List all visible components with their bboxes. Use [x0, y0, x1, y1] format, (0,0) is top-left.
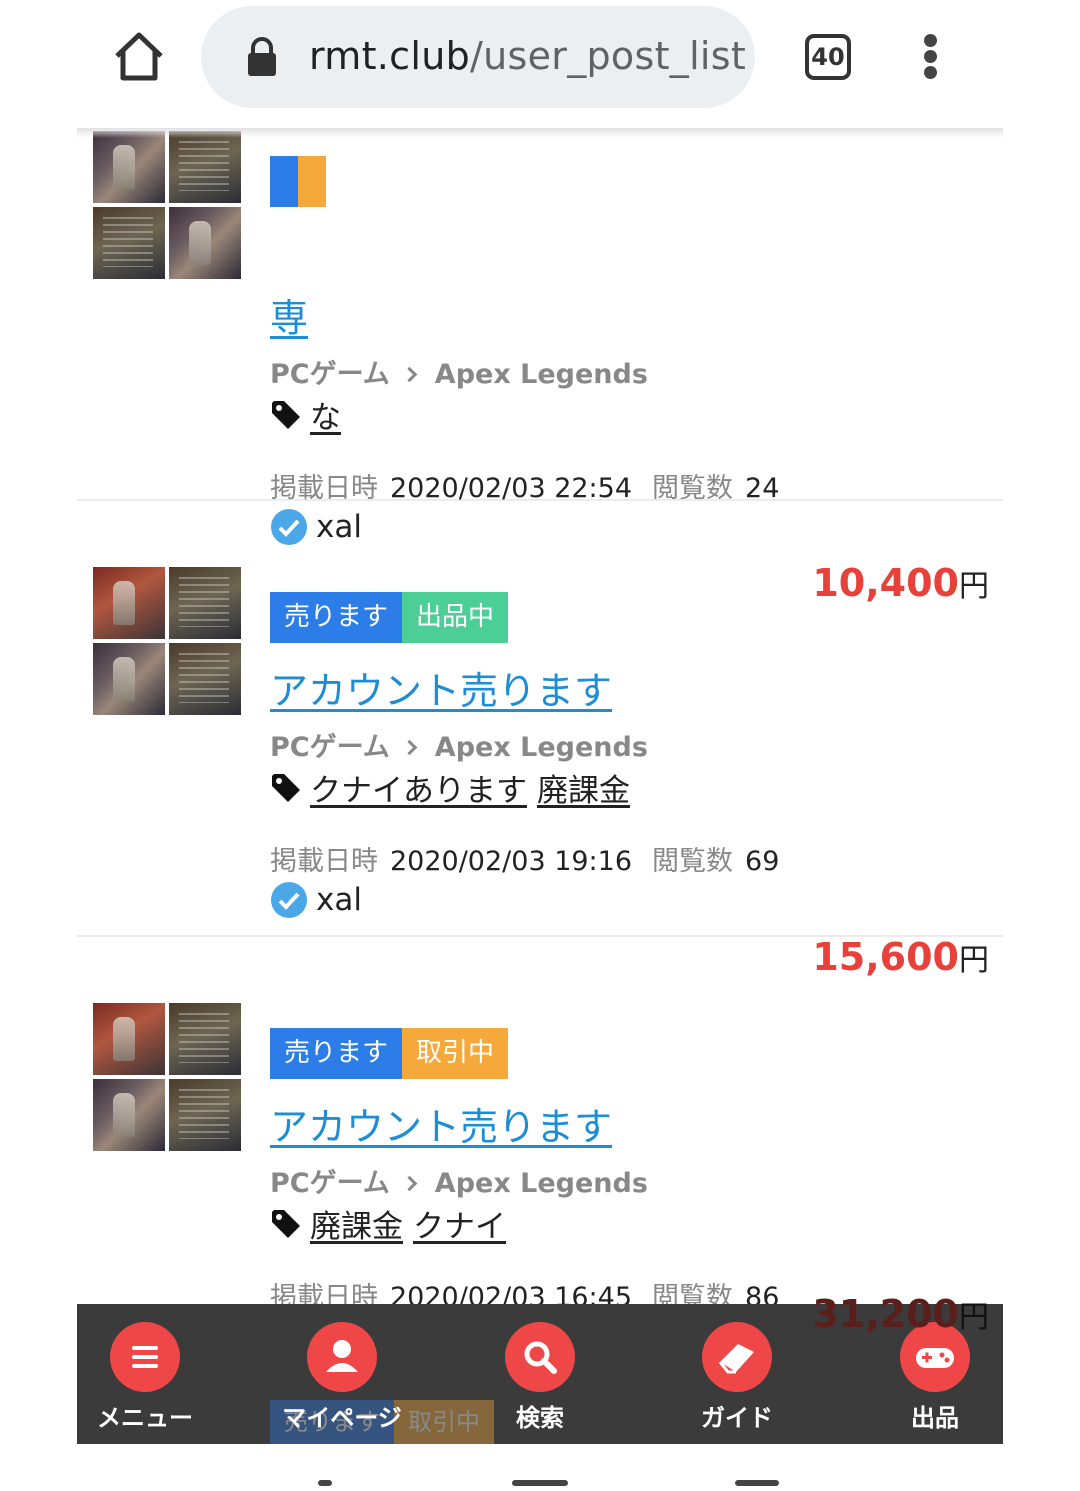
posted-date: 2020/02/03 19:16 — [390, 846, 633, 877]
post-thumbnail[interactable] — [93, 131, 241, 279]
breadcrumb-category[interactable]: PCゲーム — [270, 359, 390, 390]
badge-status — [298, 156, 326, 207]
lock-icon — [248, 37, 276, 76]
tag-icon — [272, 400, 300, 429]
nav-menu[interactable]: メニュー — [75, 1322, 215, 1433]
home-icon[interactable] — [112, 30, 166, 84]
bottom-nav: 31,200円 売ります 取引中 メニュー マイページ 検索 ガイド 出品 — [75, 1292, 1005, 1444]
views-label: 閲覧数 — [652, 473, 734, 504]
views-count: 69 — [745, 846, 780, 877]
post-item[interactable]: 売ります 出品中 アカウント売ります PCゲーム Apex Legends クナイ… — [77, 501, 1003, 979]
nav-search[interactable]: 検索 — [470, 1322, 610, 1433]
book-icon — [702, 1322, 772, 1392]
breadcrumb-game[interactable]: Apex Legends — [435, 1168, 648, 1199]
seller[interactable]: xal — [270, 881, 362, 919]
post-title-link[interactable]: アカウント売ります — [270, 1096, 612, 1151]
tag-link[interactable]: クナイ — [413, 1201, 506, 1246]
more-options-icon[interactable] — [920, 34, 942, 80]
toolbar-shadow — [77, 128, 1003, 138]
nav-search-label: 検索 — [516, 1404, 564, 1432]
post-meta: 掲載日時 2020/02/03 22:54 閲覧数 24 — [270, 466, 779, 505]
badge-status: 出品中 — [402, 592, 509, 643]
post-title-link[interactable]: アカウント売ります — [270, 660, 612, 715]
tag-link[interactable]: 廃課金 — [537, 765, 630, 810]
posted-label: 掲載日時 — [270, 846, 378, 877]
post-price: 31,200円 — [812, 1292, 989, 1336]
nav-mypage-label: マイページ — [282, 1404, 402, 1432]
recents-icon[interactable] — [735, 1480, 779, 1486]
badge-type: 売ります — [270, 1028, 403, 1079]
seller-name: xal — [316, 882, 362, 918]
nav-sell-label: 出品 — [911, 1404, 959, 1432]
breadcrumb: PCゲーム Apex Legends — [270, 725, 648, 764]
posted-date: 2020/02/03 16:45 — [390, 1282, 633, 1304]
system-nav-bar — [0, 1444, 1080, 1491]
chevron-right-icon — [401, 366, 418, 383]
search-icon — [505, 1322, 575, 1392]
posted-date: 2020/02/03 22:54 — [390, 473, 633, 504]
url-text: rmt.club/user_post_list — [309, 34, 746, 78]
post-thumbnail[interactable] — [93, 567, 241, 715]
back-icon[interactable] — [318, 1480, 332, 1486]
badge-type: 売ります — [270, 592, 403, 643]
url-host: rmt.club — [309, 34, 471, 78]
post-item[interactable]: 専 PCゲーム Apex Legends な 掲載日時 2020/02/03 22:… — [77, 128, 1003, 605]
post-badges: 売ります 出品中 — [270, 592, 509, 643]
verified-icon — [271, 882, 307, 918]
breadcrumb-category[interactable]: PCゲーム — [270, 732, 390, 763]
nav-guide[interactable]: ガイド — [667, 1322, 807, 1433]
tag-icon — [272, 773, 300, 802]
nav-mypage[interactable]: マイページ — [272, 1322, 412, 1433]
badge-type — [270, 156, 298, 207]
post-list: 専 PCゲーム Apex Legends な 掲載日時 2020/02/03 22:… — [77, 128, 1003, 1304]
tag-list: な — [270, 392, 351, 437]
nav-sell[interactable]: 出品 — [865, 1322, 1005, 1433]
nav-guide-label: ガイド — [701, 1404, 773, 1432]
menu-icon — [110, 1322, 180, 1392]
post-item[interactable]: 売ります 取引中 アカウント売ります PCゲーム Apex Legends 廃課金… — [77, 937, 1003, 1304]
posted-label: 掲載日時 — [270, 1282, 378, 1304]
post-meta: 掲載日時 2020/02/03 19:16 閲覧数 69 — [270, 839, 779, 878]
breadcrumb-game[interactable]: Apex Legends — [435, 359, 648, 390]
tag-list: クナイあります 廃課金 — [270, 765, 640, 810]
user-icon — [307, 1322, 377, 1392]
tag-link[interactable]: な — [310, 392, 341, 437]
tag-link[interactable]: クナイあります — [310, 765, 527, 810]
post-thumbnail[interactable] — [93, 1003, 241, 1151]
price-value: 31,200 — [812, 1292, 959, 1336]
breadcrumb-category[interactable]: PCゲーム — [270, 1168, 390, 1199]
browser-toolbar: rmt.club/user_post_list 40 — [0, 0, 1080, 128]
chevron-right-icon — [401, 739, 418, 756]
views-count: 24 — [745, 473, 780, 504]
tag-icon — [272, 1209, 300, 1238]
breadcrumb: PCゲーム Apex Legends — [270, 1161, 648, 1200]
tag-link[interactable]: 廃課金 — [310, 1201, 403, 1246]
badge-status: 取引中 — [402, 1028, 509, 1079]
posted-label: 掲載日時 — [270, 473, 378, 504]
tag-list: 廃課金 クナイ — [270, 1201, 516, 1246]
views-label: 閲覧数 — [652, 1282, 734, 1304]
views-label: 閲覧数 — [652, 846, 734, 877]
home-pill-icon[interactable] — [512, 1480, 568, 1486]
url-path: /user_post_list — [470, 34, 747, 78]
tab-switcher-button[interactable]: 40 — [805, 34, 851, 80]
post-title-link[interactable]: 専 — [270, 287, 308, 342]
views-count: 86 — [745, 1282, 780, 1304]
chevron-right-icon — [401, 1175, 418, 1192]
price-currency: 円 — [959, 1300, 989, 1335]
breadcrumb: PCゲーム Apex Legends — [270, 352, 648, 391]
nav-menu-label: メニュー — [97, 1404, 193, 1432]
post-badges: 売ります 取引中 — [270, 1028, 509, 1079]
breadcrumb-game[interactable]: Apex Legends — [435, 732, 648, 763]
address-bar[interactable]: rmt.club/user_post_list — [201, 6, 755, 108]
post-badges — [270, 156, 326, 207]
post-meta: 掲載日時 2020/02/03 16:45 閲覧数 86 — [270, 1275, 779, 1304]
